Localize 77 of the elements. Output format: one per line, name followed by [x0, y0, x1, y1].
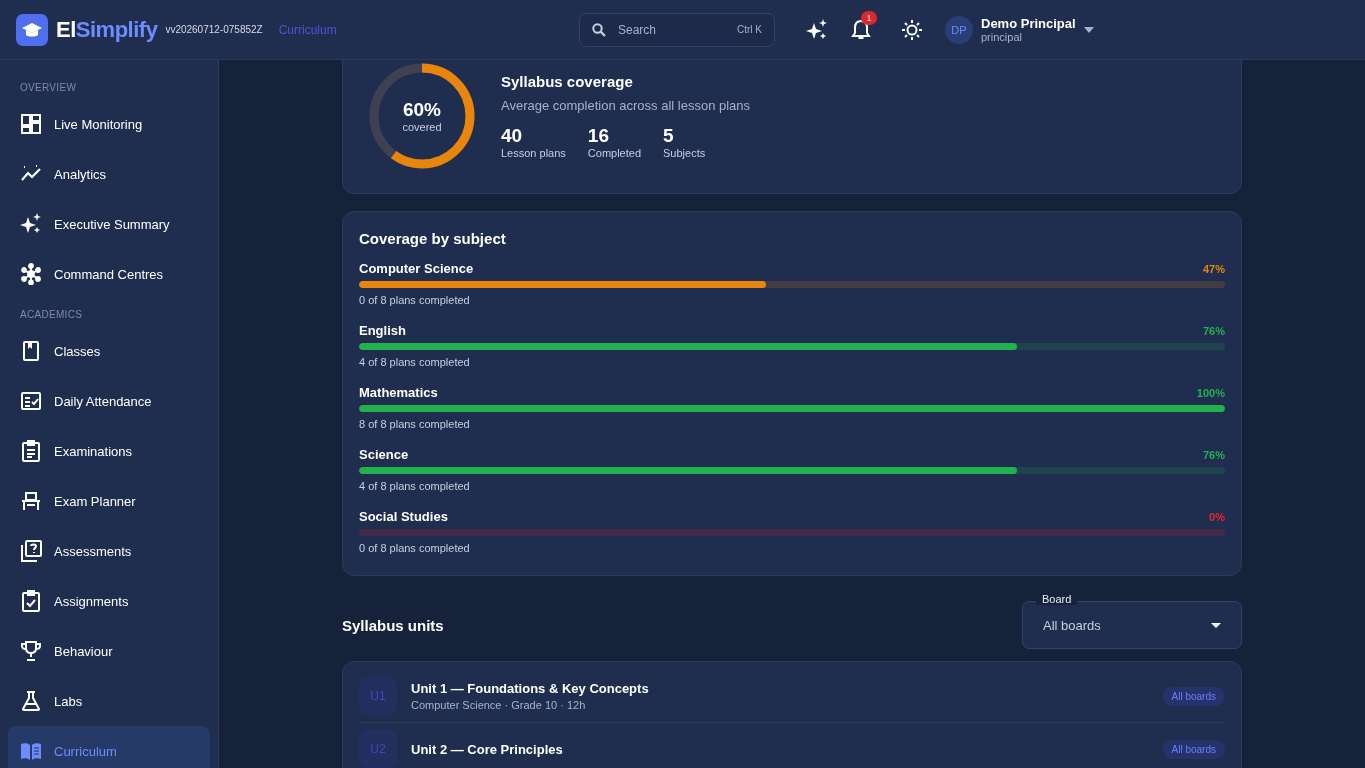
stat-value: 16 [587, 125, 610, 147]
version-label: vv20260712-075852Z [165, 24, 263, 35]
sidebar-item[interactable]: Curriculum [8, 726, 210, 768]
caret-icon [1211, 622, 1221, 628]
sun-icon[interactable] [901, 18, 923, 41]
coverage-percent: 60% [403, 99, 441, 121]
section-title: Syllabus units [342, 616, 444, 634]
caret-icon[interactable] [1083, 26, 1094, 33]
unit-badge: U2 [359, 730, 397, 768]
search-icon [592, 22, 606, 37]
sidebar-item[interactable]: Daily Attendance [8, 376, 210, 426]
subject-percent: 76% [1202, 325, 1225, 337]
unit-title: Unit 2 — Core Principles [411, 741, 564, 757]
flask-icon [20, 690, 42, 712]
unit-title: Unit 1 — Foundations & Key Concepts [411, 681, 650, 696]
subject-name: Mathematics [359, 385, 438, 400]
dashboard-icon [20, 113, 42, 135]
subject-name: Computer Science [359, 261, 474, 276]
sidebar-item[interactable]: Behaviour [8, 626, 210, 676]
book-icon [20, 340, 42, 362]
clipboard-icon [20, 440, 42, 462]
user-name: Demo Principal [981, 16, 1076, 31]
board-tag: All boards [1162, 739, 1225, 759]
search-bar[interactable]: Search Ctrl K [579, 12, 775, 47]
card-title: Coverage by subject [359, 230, 507, 247]
coverage-label: covered [402, 121, 442, 133]
sidebar-item[interactable]: Analytics [8, 149, 210, 199]
stat-value: 40 [501, 125, 524, 147]
brand-name: ElSimplify [56, 16, 158, 43]
stat-label: Lesson plans [501, 147, 566, 159]
subject-percent: 76% [1202, 449, 1225, 461]
stat-label: Completed [587, 147, 642, 159]
sidebar-item[interactable]: Assignments [8, 576, 210, 626]
sidebar-item[interactable]: Labs [8, 676, 210, 726]
subject-detail: 4 of 8 plans completed [359, 356, 471, 368]
field-label: Board [1036, 593, 1078, 605]
trophy-icon [20, 640, 42, 662]
section-heading: OVERVIEW [19, 81, 78, 95]
subject-percent: 0% [1209, 511, 1225, 523]
notification-badge: 1 [861, 10, 877, 25]
sidebar-item[interactable]: Executive Summary [8, 199, 210, 249]
unit-row[interactable]: U1 Unit 1 — Foundations & Key Concepts Computer Science · Grade 10 · 12h All boards [359, 670, 1225, 723]
unit-meta: Computer Science · Grade 10 · 12h [411, 699, 587, 711]
stat-label: Subjects [663, 147, 706, 159]
subject-detail: 0 of 8 plans completed [359, 542, 471, 554]
subject-percent: 100% [1196, 387, 1225, 399]
search-input[interactable]: Search [616, 21, 727, 38]
sparkle-icon [20, 213, 42, 235]
shortcut-hint: Ctrl K [737, 24, 762, 35]
network-icon [20, 263, 42, 285]
question-card-icon [20, 540, 42, 562]
subject-percent: 47% [1202, 263, 1225, 275]
card-title: Syllabus coverage [501, 73, 634, 90]
subject-detail: 4 of 8 plans completed [359, 480, 471, 492]
subject-name: Social Studies [359, 509, 448, 524]
subject-detail: 0 of 8 plans completed [359, 294, 471, 306]
desk-icon [20, 490, 42, 512]
subject-name: Science [359, 447, 409, 462]
subject-name: English [359, 323, 406, 338]
card-subtitle: Average completion across all lesson plans [501, 98, 751, 113]
user-role: principal [981, 31, 1023, 43]
subject-detail: 8 of 8 plans completed [359, 418, 471, 430]
sidebar-item[interactable]: Live Monitoring [8, 99, 210, 149]
sidebar-item[interactable]: Assessments [8, 526, 210, 576]
board-tag: All boards [1162, 686, 1225, 706]
checked-clipboard-icon [20, 590, 42, 612]
unit-row[interactable]: U2 Unit 2 — Core Principles All boards [359, 723, 1225, 768]
sidebar-item[interactable]: Exam Planner [8, 476, 210, 526]
sidebar-item[interactable]: Examinations [8, 426, 210, 476]
open-book-icon [20, 740, 42, 762]
sidebar-item[interactable]: Classes [8, 326, 210, 376]
unit-badge: U1 [359, 677, 397, 715]
sidebar-item[interactable]: Command Centres [8, 249, 210, 299]
graduation-cap-logo [16, 13, 48, 46]
checklist-icon [20, 390, 42, 412]
stat-value: 5 [663, 125, 675, 147]
section-heading: ACADEMICS [19, 308, 84, 322]
